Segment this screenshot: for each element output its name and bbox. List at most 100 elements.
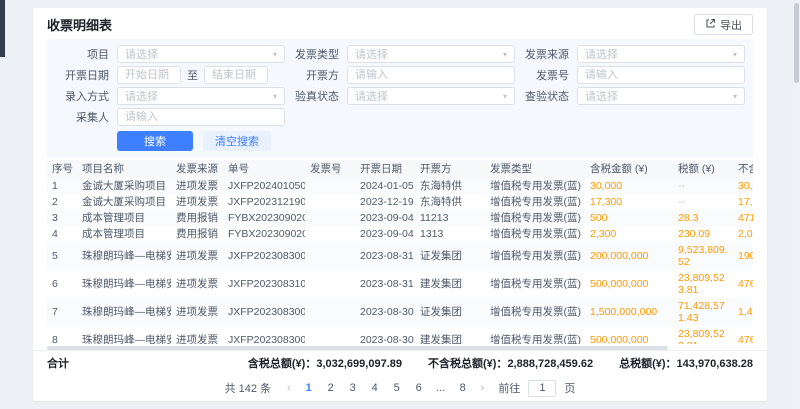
filter-panel: 项目 请选择 ▾ 发票类型 请选择 ▾ 发票来源 请选择 ▾: [47, 39, 753, 158]
collector-input[interactable]: [125, 111, 277, 123]
cell-amount: 500: [585, 210, 673, 226]
table-row[interactable]: 8珠穆朗玛峰—电梯安装进项发票JXFP202308300032023-08-30…: [47, 326, 753, 344]
table-row[interactable]: 3成本管理项目费用报销FYBX202309020032023-09-041121…: [47, 210, 753, 226]
verify-status-label: 验真状态: [285, 88, 339, 104]
cell-net: 17,300: [733, 194, 753, 210]
export-icon: [705, 18, 716, 32]
cell-issuer: 证发集团: [415, 242, 485, 270]
filter-field-invoice-source: 发票来源 请选择 ▾: [515, 45, 745, 63]
invoice-source-label: 发票来源: [515, 46, 569, 62]
vertical-scrollbar[interactable]: [793, 0, 800, 409]
filter-field-entry-method: 录入方式 请选择 ▾: [55, 87, 285, 105]
prev-page-button[interactable]: ‹: [283, 382, 295, 394]
invoice-no-input[interactable]: [585, 69, 737, 81]
issuer-input-wrap: [347, 66, 515, 84]
cell-order-no: JXFP20240105001: [223, 178, 305, 194]
table-row[interactable]: 1金诚大厦采购项目进项发票JXFP202401050012024-01-05东海…: [47, 178, 753, 194]
cell-source: 进项发票: [171, 298, 223, 326]
invoice-type-select[interactable]: 请选择 ▾: [347, 45, 515, 63]
table-row[interactable]: 6珠穆朗玛峰—电梯安装进项发票JXFP202308310012023-08-31…: [47, 270, 753, 298]
cell-invoice-no: [305, 194, 355, 210]
cell-net: 476,190,476.19: [733, 270, 753, 298]
invoice-no-input-wrap: [577, 66, 745, 84]
horizontal-scrollbar[interactable]: [47, 346, 753, 350]
cell-type: 增值税专用发票(蓝): [485, 194, 585, 210]
card-header: 收票明细表 导出: [33, 8, 767, 39]
cell-order-no: JXFP20231219002: [223, 194, 305, 210]
cell-date: 2023-12-19: [355, 194, 415, 210]
end-date-input-wrap: [204, 66, 268, 84]
filter-field-verify-status: 验真状态 请选择 ▾: [285, 87, 515, 105]
page-title: 收票明细表: [47, 15, 112, 34]
page-button-5[interactable]: 5: [387, 379, 407, 397]
goto-unit: 页: [564, 380, 575, 396]
cell-project: 成本管理项目: [77, 210, 171, 226]
export-button[interactable]: 导出: [694, 14, 753, 35]
goto-page-input[interactable]: [528, 380, 556, 397]
filter-actions: 搜索 清空搜索: [55, 131, 745, 151]
cell-project: 珠穆朗玛峰—电梯安装: [77, 242, 171, 270]
cell-source: 进项发票: [171, 178, 223, 194]
horizontal-scrollbar-thumb[interactable]: [47, 346, 668, 350]
cell-issuer: 1313: [415, 226, 485, 242]
chevron-down-icon: ▾: [503, 92, 507, 101]
cell-invoice-no: [305, 210, 355, 226]
check-status-select[interactable]: 请选择 ▾: [577, 87, 745, 105]
column-header-no: 序号: [47, 160, 77, 178]
cell-project: 珠穆朗玛峰—电梯安装: [77, 298, 171, 326]
table-row[interactable]: 2金诚大厦采购项目进项发票JXFP202312190022023-12-19东海…: [47, 194, 753, 210]
start-date-input[interactable]: [125, 69, 173, 81]
cell-type: 增值税专用发票(蓝): [485, 210, 585, 226]
check-status-label: 查验状态: [515, 88, 569, 104]
chevron-down-icon: ▾: [503, 50, 507, 59]
cell-date: 2023-08-31: [355, 270, 415, 298]
total-tax: 总税额(¥)：143,970,638.28: [619, 355, 753, 371]
page-button-2[interactable]: 2: [321, 379, 341, 397]
filter-field-check-status: 查验状态 请选择 ▾: [515, 87, 745, 105]
cell-project: 金诚大厦采购项目: [77, 194, 171, 210]
page-button-3[interactable]: 3: [343, 379, 363, 397]
issuer-label: 开票方: [285, 67, 339, 83]
cell-tax: --: [673, 178, 733, 194]
cell-amount: 30,000: [585, 178, 673, 194]
cell-net: 476,190,476.19: [733, 326, 753, 344]
cell-no: 3: [47, 210, 77, 226]
page-button-1[interactable]: 1: [299, 379, 319, 397]
start-date-input-wrap: [117, 66, 181, 84]
pagination: 共 142 条 ‹ 123456...8 › 前往 页: [33, 375, 767, 401]
cell-no: 6: [47, 270, 77, 298]
page-button-8[interactable]: 8: [453, 379, 473, 397]
cell-net: 471.7: [733, 210, 753, 226]
chevron-down-icon: ▾: [273, 92, 277, 101]
cell-tax: 23,809,523.81: [673, 270, 733, 298]
cell-tax: 230.09: [673, 226, 733, 242]
project-select[interactable]: 请选择 ▾: [117, 45, 285, 63]
cell-source: 进项发票: [171, 242, 223, 270]
search-button[interactable]: 搜索: [117, 131, 193, 151]
table-row[interactable]: 5珠穆朗玛峰—电梯安装进项发票JXFP202308300022023-08-31…: [47, 242, 753, 270]
cell-type: 增值税专用发票(蓝): [485, 326, 585, 344]
cell-no: 8: [47, 326, 77, 344]
verify-status-select[interactable]: 请选择 ▾: [347, 87, 515, 105]
next-page-button[interactable]: ›: [477, 382, 489, 394]
invoice-date-label: 开票日期: [55, 67, 109, 83]
cell-amount: 200,000,000: [585, 242, 673, 270]
cell-amount: 17,300: [585, 194, 673, 210]
entry-method-select[interactable]: 请选择 ▾: [117, 87, 285, 105]
page-ellipsis: ...: [431, 379, 451, 397]
cell-type: 增值税专用发票(蓝): [485, 242, 585, 270]
cell-source: 进项发票: [171, 194, 223, 210]
invoice-source-select[interactable]: 请选择 ▾: [577, 45, 745, 63]
table-row[interactable]: 7珠穆朗玛峰—电梯安装进项发票JXFP202308300012023-08-30…: [47, 298, 753, 326]
column-header-project: 项目名称: [77, 160, 171, 178]
vertical-scrollbar-thumb[interactable]: [794, 3, 799, 83]
table-row[interactable]: 4成本管理项目费用报销FYBX202309020052023-09-041313…: [47, 226, 753, 242]
total-without-tax: 不含税总额(¥)：2,888,728,459.62: [428, 355, 593, 371]
column-header-invoice-no: 发票号: [305, 160, 355, 178]
page-button-6[interactable]: 6: [409, 379, 429, 397]
end-date-input[interactable]: [212, 69, 260, 81]
clear-search-button[interactable]: 清空搜索: [203, 131, 271, 151]
issuer-input[interactable]: [355, 69, 507, 81]
cell-order-no: JXFP20230830001: [223, 298, 305, 326]
page-button-4[interactable]: 4: [365, 379, 385, 397]
